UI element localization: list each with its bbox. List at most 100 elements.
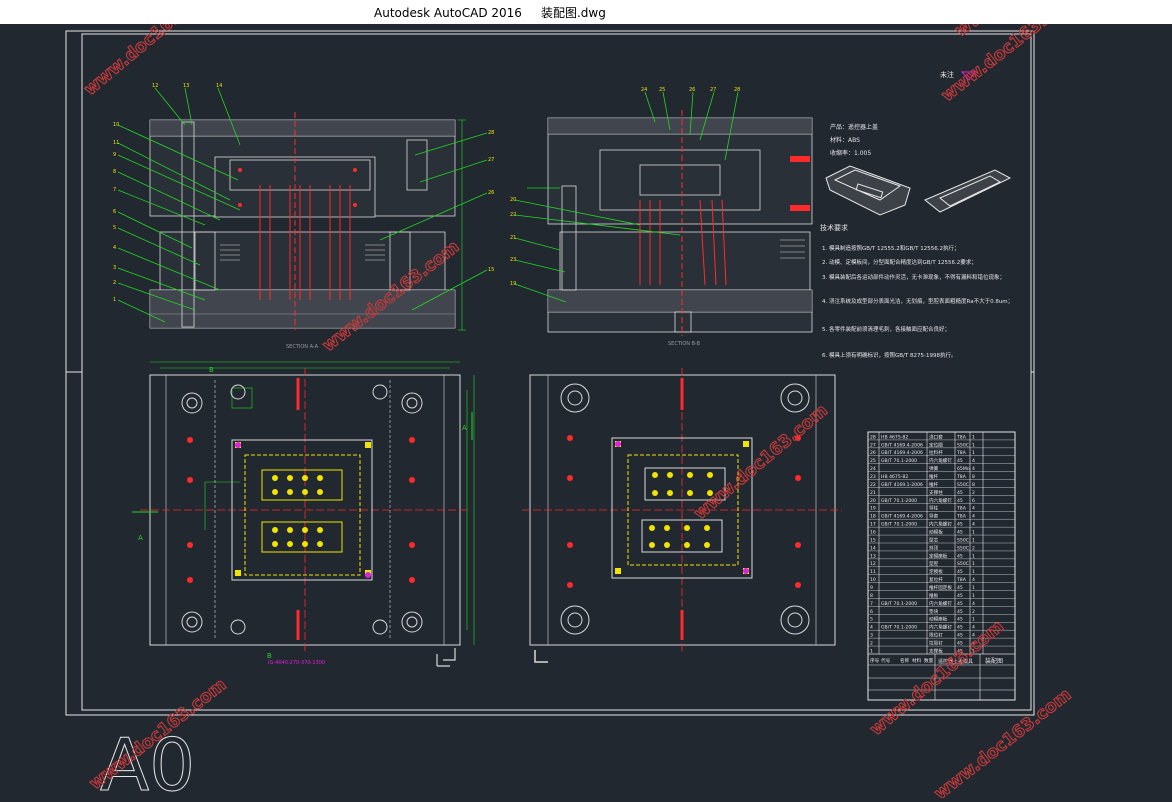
bom-cell: 1 <box>870 648 873 654</box>
bom-cell: 1 <box>972 553 975 559</box>
bom-cell: 1 <box>972 442 975 448</box>
bom-cell: S50C <box>957 545 969 551</box>
bom-cell: 垃圾钉 <box>929 639 943 646</box>
window-title: Autodesk AutoCAD 2016 装配图.dwg <box>374 6 606 20</box>
drawing-canvas[interactable]: 12 13 14 10 11 9 876 543 21 28 27 26 15 SECTIO… <box>0 0 1172 802</box>
svg-text:24: 24 <box>641 87 647 93</box>
bom-cell: 斜顶 <box>929 544 939 551</box>
svg-text:28: 28 <box>734 87 740 93</box>
tech-requirements-title: 技术要求 <box>820 223 848 232</box>
bom-cell: 型腔 <box>929 560 939 567</box>
bom-cell: 1 <box>972 617 975 623</box>
bom-cell: 23 <box>870 474 876 480</box>
bom-cell: 14 <box>870 545 876 551</box>
bom-cell: 45 <box>957 585 963 591</box>
mold-base-label: IG-4040-270-370-1300 <box>268 660 325 666</box>
cad-drawing[interactable]: 12 13 14 10119 876 543 21 282726 15 SECTIO… <box>0 0 1172 802</box>
bom-cell: 导套 <box>929 513 939 520</box>
bom-cell: 45 <box>957 529 963 535</box>
bom-cell: 推杆 <box>929 481 939 488</box>
bom-cell: 1 <box>972 537 975 543</box>
bom-cell: 4 <box>972 577 975 583</box>
svg-text:22: 22 <box>510 212 516 218</box>
bom-cell: S50C <box>957 561 969 567</box>
corner-note: 未注 <box>940 70 954 79</box>
window-title-bar: Autodesk AutoCAD 2016 装配图.dwg <box>0 0 1172 24</box>
tech-header-line-1: 产品：遥控器上盖 <box>830 123 878 131</box>
bom-cell: GB/T 4169.4-2006 <box>881 450 923 456</box>
bom-cell: 型芯 <box>929 536 939 543</box>
watermark-text: www.doc163.com <box>931 685 1076 798</box>
bom-cell: T8A <box>956 514 967 520</box>
bom-cell: 45 <box>957 553 963 559</box>
bom-cell: 45 <box>957 617 963 623</box>
svg-text:1: 1 <box>113 297 116 303</box>
bom-cell: 4 <box>972 458 975 464</box>
watermark-text: www.doc163.com <box>690 401 831 524</box>
bom-cell: 65Mn <box>957 466 970 472</box>
bom-cell: 16 <box>870 529 876 535</box>
bom-cell: 内六角螺钉 <box>929 600 952 607</box>
bom-cell: 4 <box>972 466 975 472</box>
section-a-view: 12 13 14 10 11 9 8 7 6 5 4 3 2 1 28 27 26 15 SECTIO… <box>113 83 494 350</box>
svg-text:4: 4 <box>113 245 116 251</box>
svg-text:27: 27 <box>710 87 716 93</box>
bom-cell: 13 <box>870 553 876 559</box>
bom-cell: 1 <box>972 593 975 599</box>
svg-text:5: 5 <box>113 225 116 231</box>
plan-view-moving-half: A A B B IG-4040-270-370-1300 <box>132 361 475 667</box>
bom-cell: 9 <box>870 585 873 591</box>
svg-text:25: 25 <box>659 87 665 93</box>
bom-cell: S50C <box>957 482 969 488</box>
bom-header-cell: 材料 <box>912 657 922 664</box>
bill-of-materials: 28 HB 4675-82 浇口套 T8A 127 GB/T 4169.4-2006 定位圈… <box>867 431 1016 701</box>
bom-cell: GB/T 4169.4-2006 <box>881 442 923 448</box>
bom-cell: 7 <box>870 601 873 607</box>
product-sketch-2 <box>924 169 1012 213</box>
bom-cell: 推杆固定板 <box>929 584 952 591</box>
bom-cell: T8A <box>956 450 967 456</box>
bom-cell: 45 <box>957 593 963 599</box>
svg-text:27: 27 <box>488 157 494 163</box>
svg-text:10: 10 <box>113 122 119 128</box>
bom-cell: 2 <box>972 545 975 551</box>
bom-cell: 4 <box>972 514 975 520</box>
bom-cell: 45 <box>957 490 963 496</box>
svg-text:8: 8 <box>113 169 116 175</box>
bom-cell: GB/T 70.1-2000 <box>881 625 917 631</box>
bom-cell: 1 <box>972 434 975 440</box>
bom-cell: 导柱 <box>929 505 939 512</box>
bom-drawing-name: 装配图 <box>985 657 1003 665</box>
bom-cell: 定模板 <box>929 568 943 575</box>
bom-cell: 28 <box>870 434 876 440</box>
svg-text:12: 12 <box>152 83 158 89</box>
section-mark-b-top: B <box>209 366 214 374</box>
svg-text:21: 21 <box>510 235 516 241</box>
bom-cell: HB 4675-82 <box>881 434 908 440</box>
bom-cell: 8 <box>972 474 975 480</box>
bom-cell: 4 <box>972 625 975 631</box>
plan-view-fixed-half <box>522 368 842 663</box>
bom-cell: 1 <box>972 585 975 591</box>
bom-cell: 45 <box>957 625 963 631</box>
bom-cell: 拉料杆 <box>929 449 943 456</box>
svg-text:9: 9 <box>113 152 116 158</box>
svg-text:3: 3 <box>113 265 116 271</box>
bom-cell: 4 <box>870 625 873 631</box>
tech-requirement-5: 5. 各零件装配前须清理毛刺，各接触面应配合良好； <box>822 325 950 333</box>
bom-cell: 弹簧 <box>929 465 939 472</box>
bom-cell: 垫块 <box>929 608 939 615</box>
bom-cell: 2 <box>972 490 975 496</box>
bom-cell: S50C <box>957 537 969 543</box>
bom-cell: 内六角螺钉 <box>929 624 952 631</box>
bom-cell: 定模座板 <box>929 552 948 559</box>
section-mark-a-right: A <box>462 424 467 432</box>
bom-cell: GB/T 70.1-2000 <box>881 498 917 504</box>
bom-cell: GB/T 4169.1-2006 <box>881 482 923 488</box>
bom-cell: 11 <box>870 569 876 575</box>
bom-cell: 1 <box>972 561 975 567</box>
bom-cell: 24 <box>870 466 876 472</box>
bom-cell: 27 <box>870 442 876 448</box>
bom-cell: 限位钉 <box>929 632 943 639</box>
bom-cell: 20 <box>870 498 876 504</box>
